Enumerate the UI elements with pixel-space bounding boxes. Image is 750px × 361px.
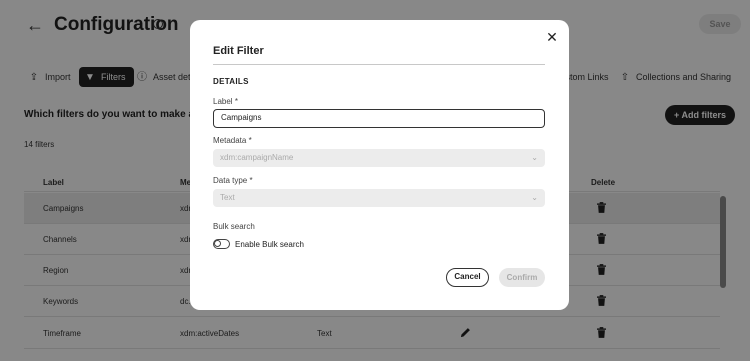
required-marker: * [234, 97, 238, 106]
section-heading: DETAILS [213, 77, 249, 86]
edit-filter-dialog: Edit Filter ✕ DETAILS Label * Campaigns … [190, 20, 569, 310]
chevron-down-icon: ⌄ [531, 153, 538, 162]
toggle-knob [214, 240, 221, 247]
datatype-select[interactable]: Text ⌄ [213, 189, 545, 207]
divider [213, 64, 545, 65]
required-marker: * [248, 136, 252, 145]
cancel-button[interactable]: Cancel [446, 268, 489, 287]
dialog-title: Edit Filter [213, 45, 264, 57]
label-field-label: Label * [213, 97, 238, 106]
chevron-down-icon: ⌄ [531, 193, 538, 202]
datatype-field-label: Data type * [213, 176, 253, 185]
required-marker: * [249, 176, 253, 185]
close-icon[interactable]: ✕ [545, 30, 559, 44]
bulk-search-heading: Bulk search [213, 222, 255, 231]
bulk-search-toggle[interactable] [213, 239, 230, 249]
bulk-search-toggle-label: Enable Bulk search [235, 240, 304, 249]
metadata-select[interactable]: xdm:campaignName ⌄ [213, 149, 545, 167]
label-input[interactable]: Campaigns [213, 109, 545, 128]
confirm-button[interactable]: Confirm [499, 268, 545, 287]
metadata-field-label: Metadata * [213, 136, 252, 145]
